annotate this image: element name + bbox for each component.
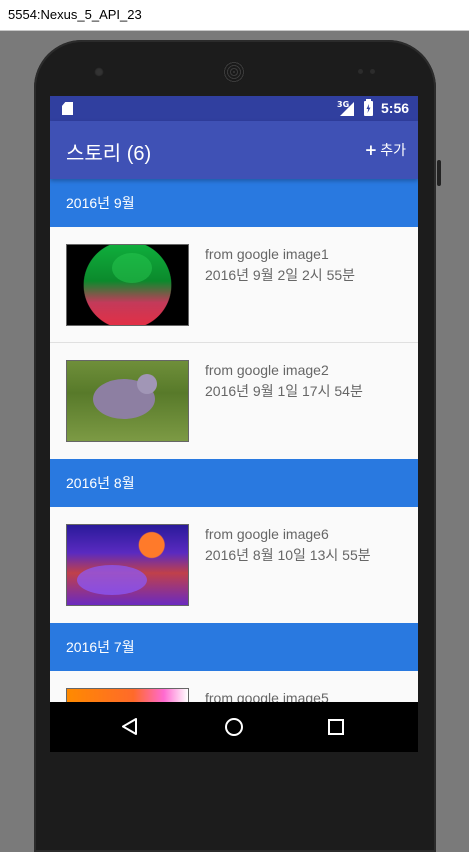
status-clock: 5:56 [381,100,410,116]
list-item[interactable]: from google image6 2016년 8월 10일 13시 55분 [50,507,418,623]
back-icon[interactable] [122,718,137,735]
front-camera-icon [94,67,104,77]
battery-charging-icon [364,99,373,116]
network-type-label: 3G [337,100,350,109]
emulator-window-titlebar: 5554:Nexus_5_API_23 [0,0,469,31]
plus-icon: + [364,141,378,159]
section-header-2016-07: 2016년 7월 [50,623,418,671]
device-screen: 3G 5:56 스토리 (6) + 추가 2016년 9월 from googl… [50,96,418,752]
navigation-bar [50,702,418,752]
story-thumbnail-image [66,360,189,442]
phone-top-bezel [34,40,436,98]
story-title: from google image6 [205,526,329,542]
list-item[interactable]: from google image1 2016년 9월 2일 2시 55분 [50,227,418,343]
story-thumbnail-image [66,244,189,326]
add-story-button[interactable]: + 추가 [365,140,406,160]
recents-icon[interactable] [328,719,344,735]
list-item[interactable]: from google image2 2016년 9월 1일 17시 54분 [50,343,418,459]
story-thumbnail-image [66,524,189,606]
story-date: 2016년 9월 2일 2시 55분 [205,267,356,283]
earpiece-speaker-icon [223,61,245,83]
story-list[interactable]: 2016년 9월 from google image1 2016년 9월 2일 … [50,179,418,752]
section-header-2016-09: 2016년 9월 [50,179,418,227]
power-button[interactable] [437,160,441,186]
story-title: from google image2 [205,362,329,378]
home-icon[interactable] [224,717,244,737]
light-sensor-icon [370,69,375,74]
add-button-label: 추가 [380,143,406,159]
page-title: 스토리 (6) [66,143,152,165]
story-title: from google image1 [205,246,329,262]
section-header-2016-08: 2016년 8월 [50,459,418,507]
window-title: 5554:Nexus_5_API_23 [8,7,142,22]
status-bar: 3G 5:56 [50,96,418,121]
sd-card-icon [62,102,73,115]
story-date: 2016년 9월 1일 17시 54분 [205,383,363,399]
proximity-sensor-icon [358,69,363,74]
app-bar: 스토리 (6) + 추가 [50,121,418,179]
story-date: 2016년 8월 10일 13시 55분 [205,547,371,563]
